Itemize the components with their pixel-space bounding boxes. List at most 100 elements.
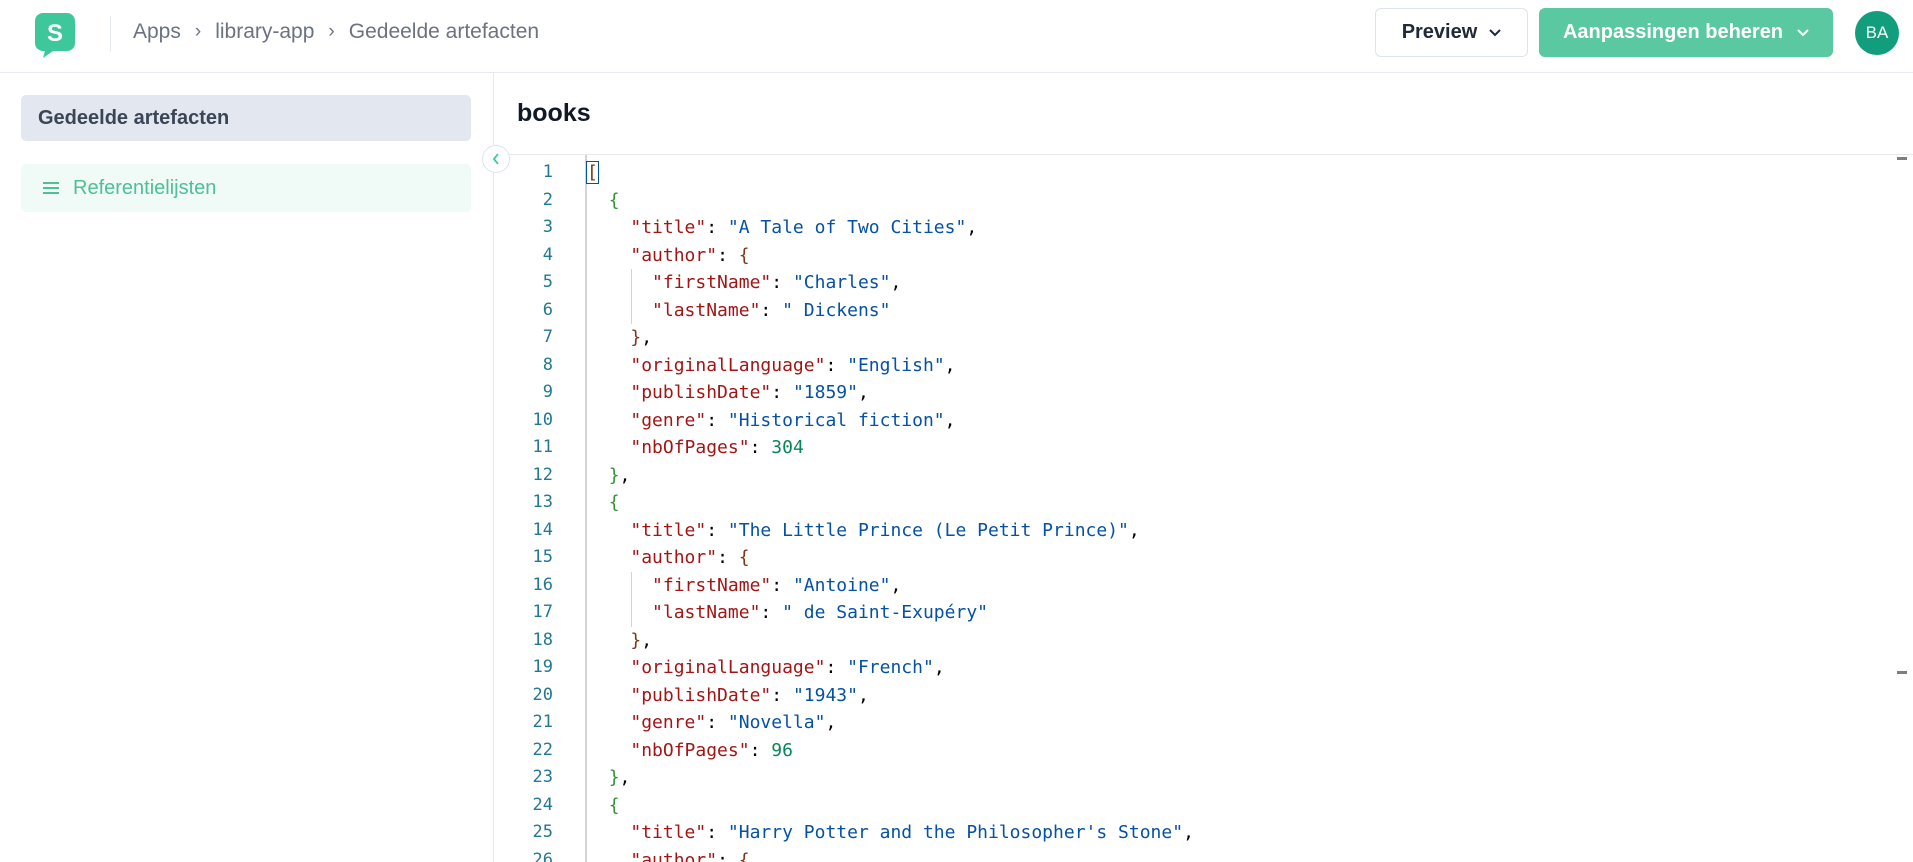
- sidebar-item-referentielijsten[interactable]: Referentielijsten: [21, 164, 471, 212]
- code-line: "author": {: [587, 847, 749, 862]
- line-number: 11: [532, 437, 553, 457]
- line-number: 12: [532, 464, 553, 485]
- line-number: 13: [532, 492, 553, 512]
- code-token: "author": [630, 244, 718, 266]
- line-number: 9: [542, 382, 553, 402]
- code-token: "firstName": [652, 574, 772, 596]
- code-line: "originalLanguage": "English",: [587, 352, 955, 380]
- line-number: 5: [542, 272, 553, 292]
- code-line: [: [586, 159, 599, 187]
- line-number: 18: [532, 629, 553, 650]
- code-token: :: [749, 437, 772, 458]
- code-token: 304: [771, 437, 804, 458]
- line-number: 17: [532, 602, 553, 622]
- code-token: :: [825, 354, 848, 376]
- header-divider: [110, 16, 111, 52]
- code-token: "The Little Prince (Le Petit Prince)": [727, 519, 1129, 541]
- line-number: 16: [532, 574, 553, 595]
- code-token: "author": [630, 849, 718, 862]
- code-line: {: [587, 489, 620, 517]
- indent-guide: [631, 571, 632, 627]
- app-logo-icon[interactable]: S: [33, 11, 77, 59]
- code-token: {: [608, 492, 620, 513]
- scrollbar-marker[interactable]: [1897, 157, 1907, 160]
- code-token: "lastName": [652, 299, 761, 321]
- line-number: 22: [532, 739, 553, 760]
- code-line: },: [587, 324, 652, 352]
- code-token: ,: [857, 382, 869, 403]
- code-line: {: [587, 792, 620, 820]
- code-line: "title": "A Tale of Two Cities",: [587, 214, 977, 242]
- code-line: {: [587, 187, 620, 215]
- breadcrumb-library-app[interactable]: library-app: [215, 20, 314, 44]
- code-token: ,: [933, 657, 945, 678]
- code-token: ,: [641, 327, 653, 348]
- code-line: "genre": "Novella",: [587, 709, 836, 737]
- line-number: 19: [532, 657, 553, 677]
- code-token: ,: [890, 272, 902, 293]
- indent-guide: [631, 269, 632, 324]
- code-token: }: [608, 464, 620, 486]
- code-line: "title": "Harry Potter and the Philosoph…: [587, 819, 1194, 847]
- manage-changes-button[interactable]: Aanpassingen beheren: [1539, 8, 1833, 57]
- code-token: ,: [619, 767, 631, 788]
- line-number: 15: [532, 547, 553, 567]
- breadcrumb-current: Gedeelde artefacten: [348, 20, 540, 43]
- code-line: "originalLanguage": "French",: [587, 654, 945, 682]
- code-token: ,: [890, 574, 902, 596]
- code-content[interactable]: [ { "title": "A Tale of Two Cities", "au…: [586, 155, 1913, 862]
- line-number-gutter: 1 2 3 4 5 6 7 8 9 10 11 12 13 14 15 16 17 18 19 20 21 22 23 24 2…: [495, 155, 585, 862]
- code-line: "nbOfPages": 304: [587, 434, 804, 462]
- chevron-right-icon: ›: [328, 21, 335, 42]
- code-token: :: [706, 217, 728, 238]
- line-number: 24: [532, 794, 553, 815]
- code-token: }: [630, 327, 642, 348]
- line-number: 8: [542, 354, 553, 375]
- code-token: :: [771, 272, 793, 293]
- chevron-down-icon: [1797, 28, 1809, 36]
- preview-button[interactable]: Preview: [1375, 8, 1528, 57]
- line-number: 26: [532, 849, 553, 862]
- chevron-down-icon: [1489, 28, 1502, 36]
- code-line: "author": {: [587, 242, 750, 270]
- code-token: {: [608, 189, 620, 211]
- code-token: :: [771, 574, 793, 596]
- avatar[interactable]: BA: [1855, 11, 1899, 55]
- code-line: "title": "The Little Prince (Le Petit Pr…: [587, 517, 1140, 545]
- breadcrumb-apps[interactable]: Apps: [133, 20, 181, 44]
- code-token: {: [738, 244, 750, 266]
- sidebar-section-title[interactable]: Gedeelde artefacten: [21, 95, 471, 141]
- code-token: "Harry Potter and the Philosopher's Ston…: [727, 822, 1184, 843]
- code-token: ,: [857, 684, 869, 706]
- code-token: "French": [847, 657, 934, 678]
- line-number: 14: [532, 519, 553, 540]
- code-token: " Dickens": [782, 299, 891, 321]
- code-token: "publishDate": [630, 684, 772, 706]
- code-token: :: [706, 409, 728, 431]
- collapse-sidebar-button[interactable]: [482, 145, 510, 173]
- scrollbar-marker[interactable]: [1897, 671, 1907, 674]
- code-token: [: [586, 161, 599, 184]
- code-line: "lastName": " de Saint-Exupéry": [587, 599, 988, 627]
- code-token: :: [706, 519, 728, 541]
- code-token: :: [771, 684, 793, 706]
- menu-icon: [43, 182, 59, 194]
- code-token: ,: [641, 629, 653, 651]
- code-token: }: [630, 629, 642, 651]
- code-token: "genre": [630, 712, 707, 733]
- code-token: ,: [1128, 519, 1140, 541]
- code-editor[interactable]: 1 2 3 4 5 6 7 8 9 10 11 12 13 14 15 16 17 18 19 20 21 22 23 24 2…: [495, 154, 1913, 862]
- code-token: "Novella": [727, 712, 826, 733]
- code-token: "English": [847, 354, 945, 376]
